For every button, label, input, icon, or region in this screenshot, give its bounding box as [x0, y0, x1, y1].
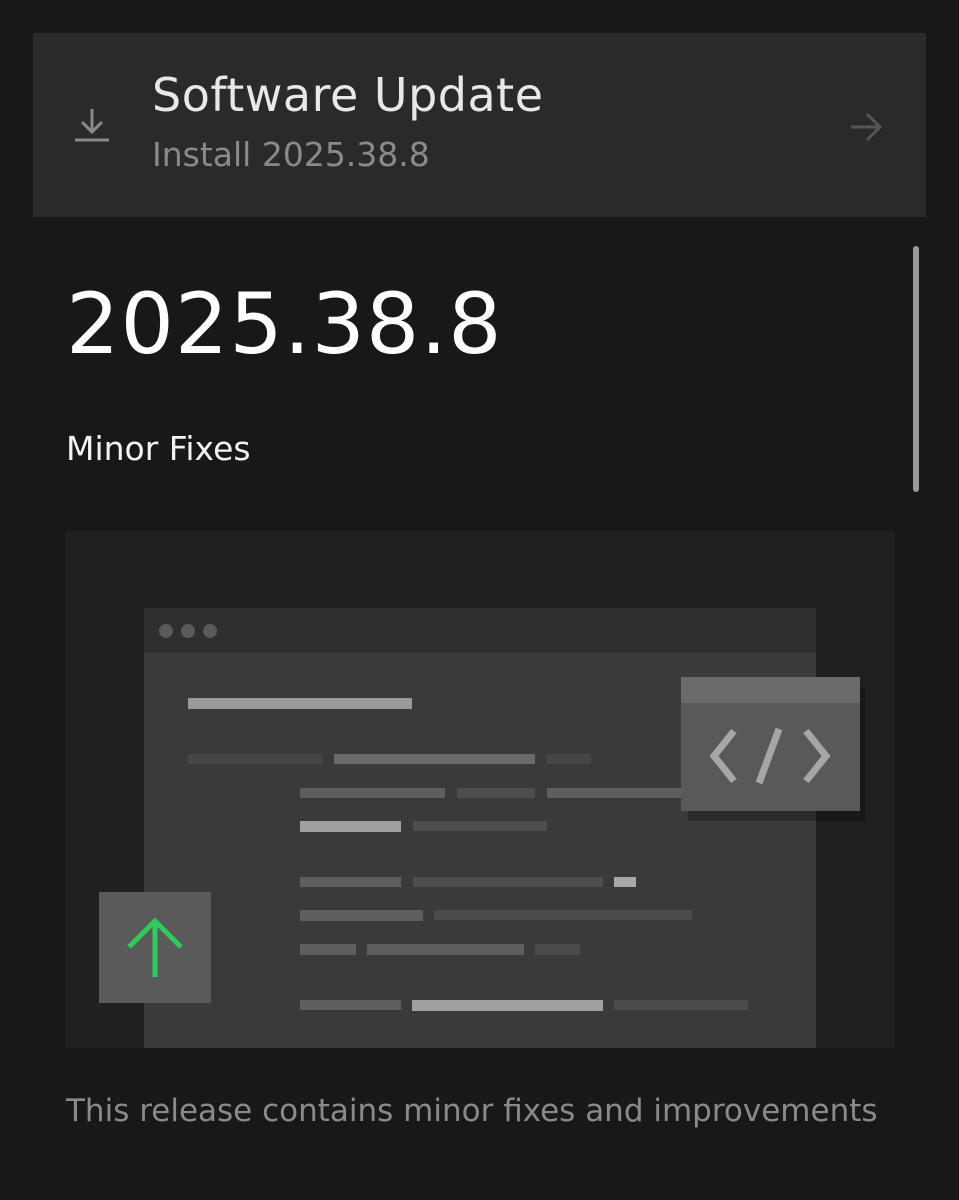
- arrow-up-icon: [99, 892, 211, 1003]
- update-illustration: [66, 531, 894, 1048]
- banner-title: Software Update: [152, 68, 544, 122]
- version-number: 2025.38.8: [66, 275, 503, 373]
- release-type: Minor Fixes: [66, 429, 251, 468]
- code-window-graphic: [144, 608, 816, 1048]
- scrollbar[interactable]: [913, 246, 919, 492]
- release-description: This release contains minor fixes and im…: [66, 1093, 878, 1129]
- banner-subtitle: Install 2025.38.8: [152, 135, 430, 174]
- download-icon: [75, 109, 109, 142]
- software-update-banner[interactable]: Software Update Install 2025.38.8: [33, 33, 926, 217]
- arrow-right-icon: [851, 112, 883, 142]
- code-icon: [681, 677, 866, 821]
